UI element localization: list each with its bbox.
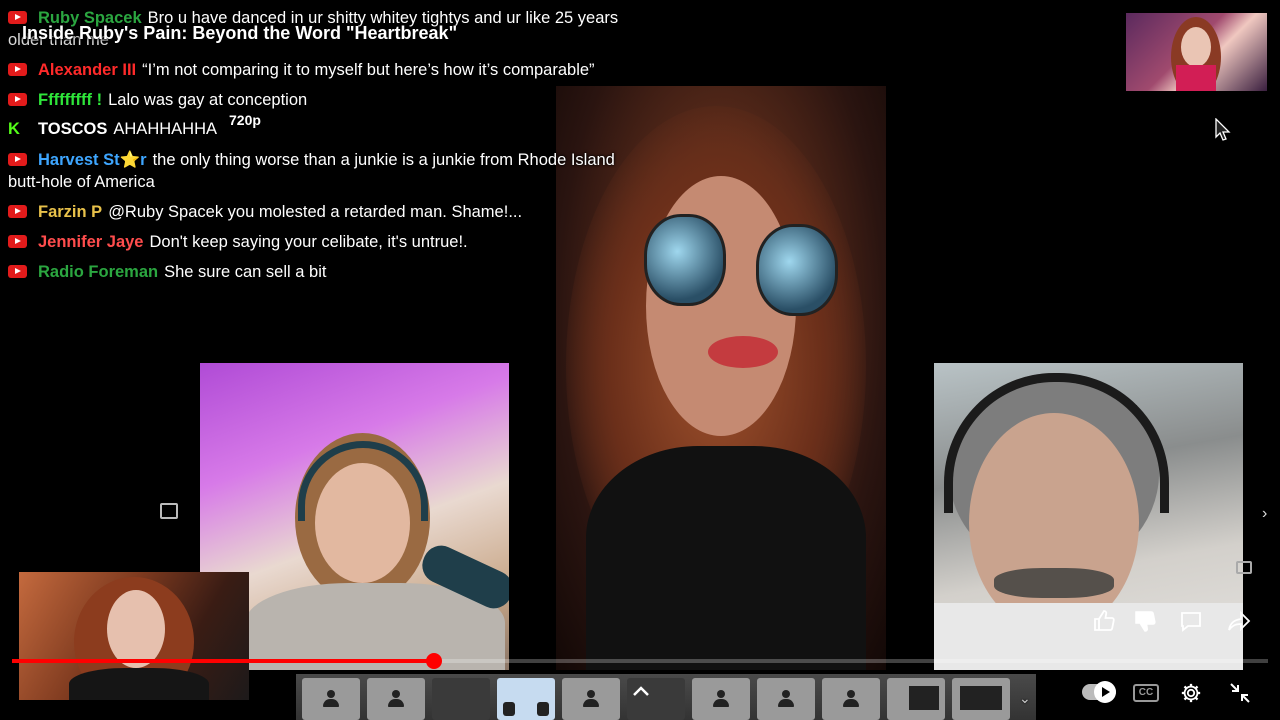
- chevron-right-icon[interactable]: ›: [1262, 505, 1267, 523]
- chat-text: butt-hole of America: [8, 173, 155, 191]
- chat-message: Fffffffff ! Lalo was gay at conception: [8, 89, 307, 111]
- chat-message: Farzin P @Ruby Spacek you molested a reta…: [8, 201, 522, 223]
- kick-badge: K: [8, 120, 20, 138]
- layout-three-up-button[interactable]: [627, 678, 685, 720]
- chat-author: TOSCOS: [38, 120, 108, 138]
- host-thumb-sash: [1176, 65, 1216, 91]
- person-icon: [387, 690, 405, 708]
- play-icon: [1094, 681, 1116, 703]
- gear-icon[interactable]: [1180, 682, 1202, 704]
- layout-single-button[interactable]: [302, 678, 360, 720]
- chat-text: Lalo was gay at conception: [108, 91, 308, 109]
- chevron-down-icon[interactable]: ⌄: [1019, 688, 1031, 708]
- chat-author: Jennifer Jaye: [38, 233, 144, 251]
- chat-author: Harvest St⭐r: [38, 151, 147, 169]
- chat-author: Farzin P: [38, 203, 103, 221]
- layout-fullscreen-content-button[interactable]: [952, 678, 1010, 720]
- sunglasses-right: [756, 224, 838, 316]
- layout-grid-button[interactable]: [692, 678, 750, 720]
- headphones-icon: [944, 373, 1169, 513]
- host-camera-thumbnail: [1126, 13, 1267, 91]
- chat-message: Alexander III “I’m not comparing it to my…: [8, 59, 595, 81]
- layout-toggle-icon[interactable]: [160, 503, 178, 519]
- guest-shirt: [586, 446, 866, 670]
- sunglasses-left: [644, 214, 726, 306]
- host-pip-shirt: [69, 668, 209, 700]
- person-icon: [842, 690, 860, 708]
- screen-icon: [909, 686, 939, 710]
- chat-message-continuation: butt-hole of America: [8, 171, 155, 193]
- chat-message: K TOSCOS AHAHHAHHA: [8, 118, 217, 140]
- chat-message: Radio Foreman She sure can sell a bit: [8, 261, 326, 283]
- chat-author: Fffffffff !: [38, 91, 103, 109]
- guest-right-mustache: [994, 568, 1114, 598]
- layout-pip-button[interactable]: [562, 678, 620, 720]
- person-icon: [322, 690, 340, 708]
- layout-two-up-button[interactable]: [497, 678, 555, 720]
- chat-author: Alexander III: [38, 61, 137, 79]
- closed-captions-icon[interactable]: CC: [1133, 684, 1159, 702]
- chat-text: Don't keep saying your celibate, it's un…: [149, 233, 468, 251]
- quality-label: 720p: [229, 112, 261, 128]
- chat-text: the only thing worse than a junkie is a …: [152, 151, 615, 169]
- youtube-icon: [8, 93, 27, 106]
- chevron-up-icon: [633, 686, 649, 696]
- host-pip-face: [107, 590, 165, 668]
- person-icon: [582, 690, 600, 708]
- share-icon[interactable]: [1227, 609, 1251, 633]
- person-icon: [537, 702, 549, 716]
- youtube-icon: [8, 63, 27, 76]
- guest-mouth: [708, 336, 778, 368]
- chat-text: AHAHHAHHA: [113, 120, 217, 138]
- main-video-feed: [556, 86, 886, 670]
- youtube-icon: [8, 235, 27, 248]
- thumbs-up-icon[interactable]: [1092, 609, 1116, 633]
- video-title: Inside Ruby's Pain: Beyond the Word "Hea…: [22, 23, 458, 43]
- person-icon: [777, 690, 795, 708]
- youtube-icon: [8, 205, 27, 218]
- screen-icon: [960, 686, 1002, 710]
- person-icon: [712, 690, 730, 708]
- youtube-icon: [8, 265, 27, 278]
- comment-icon[interactable]: [1179, 609, 1203, 633]
- autoplay-toggle[interactable]: [1082, 681, 1116, 703]
- chat-text: “I’m not comparing it to myself but here…: [142, 61, 595, 79]
- chat-message: Harvest St⭐r the only thing worse than a …: [8, 149, 615, 171]
- progress-fill: [12, 659, 435, 663]
- layout-screen-button[interactable]: [432, 678, 490, 720]
- chat-message: Jennifer Jaye Don't keep saying your celi…: [8, 231, 468, 253]
- layout-content-button[interactable]: [887, 678, 945, 720]
- exit-fullscreen-icon[interactable]: [1229, 682, 1251, 704]
- youtube-icon: [8, 153, 27, 166]
- host-thumb-face: [1181, 27, 1211, 67]
- chat-author: Radio Foreman: [38, 263, 159, 281]
- progress-bar[interactable]: [12, 653, 1268, 669]
- thumbs-down-icon[interactable]: [1133, 609, 1157, 633]
- chat-text: @Ruby Spacek you molested a retarded man…: [108, 203, 523, 221]
- chat-text: She sure can sell a bit: [164, 263, 327, 281]
- progress-scrubber[interactable]: [426, 653, 443, 669]
- layout-side-by-side-button[interactable]: [757, 678, 815, 720]
- miniplayer-icon[interactable]: [1236, 561, 1252, 574]
- layout-presenter-button[interactable]: [822, 678, 880, 720]
- mouse-cursor-icon: [1215, 118, 1231, 141]
- host-picture-in-picture: [19, 572, 249, 700]
- layout-single-alt-button[interactable]: [367, 678, 425, 720]
- person-icon: [503, 702, 515, 716]
